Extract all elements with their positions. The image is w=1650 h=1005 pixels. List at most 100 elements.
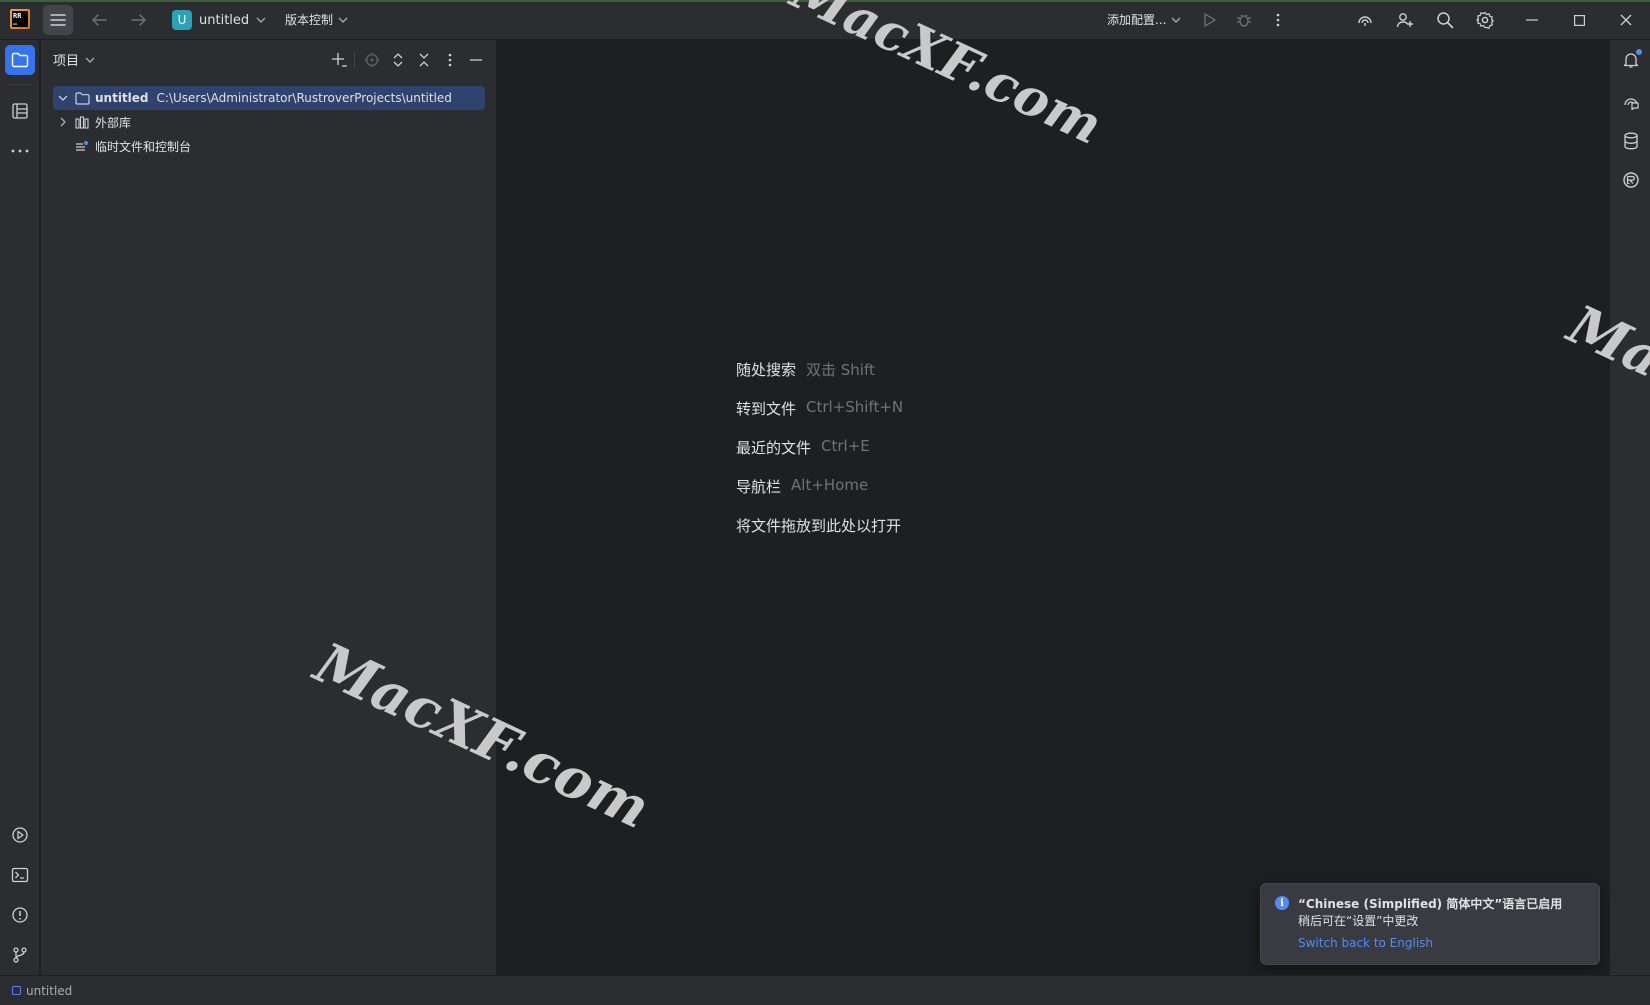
library-icon bbox=[73, 115, 91, 129]
maximize-window-button[interactable] bbox=[1567, 8, 1591, 32]
more-actions-button[interactable] bbox=[1266, 8, 1290, 32]
vertical-dots-icon bbox=[448, 53, 452, 67]
rustrover-logo-icon[interactable]: RR — bbox=[10, 9, 30, 29]
tool-strip-separator bbox=[8, 84, 32, 85]
add-configuration-button[interactable]: 添加配置... bbox=[1107, 11, 1181, 28]
title-bar: RR — U untitled 版本控制 添加配置... bbox=[0, 0, 1650, 40]
chevron-down-icon bbox=[338, 17, 348, 23]
project-panel-title: 项目 bbox=[53, 54, 80, 69]
project-tool-window: 项目 untitled C:\Users\Administrator\Rustr… bbox=[41, 40, 497, 975]
project-name: untitled bbox=[199, 12, 250, 28]
title-accent-line bbox=[0, 0, 1650, 2]
minimize-icon bbox=[470, 59, 482, 61]
expand-all-icon bbox=[393, 53, 403, 67]
folder-icon bbox=[73, 91, 91, 105]
minimize-window-button[interactable] bbox=[1520, 8, 1544, 32]
arrow-left-icon bbox=[92, 14, 107, 26]
language-notification: i “Chinese (Simplified) 简体中文”语言已启用 稍后可在“… bbox=[1260, 883, 1600, 965]
editor-area[interactable]: 随处搜索 双击 Shift 转到文件 Ctrl+Shift+N 最近的文件 Ct… bbox=[498, 40, 1608, 975]
hint-shortcut: Alt+Home bbox=[791, 476, 869, 494]
branch-icon bbox=[13, 947, 27, 963]
tree-node-name: 临时文件和控制台 bbox=[95, 139, 192, 154]
select-opened-file-button[interactable] bbox=[361, 49, 383, 71]
target-icon bbox=[364, 52, 380, 68]
chevron-down-icon[interactable] bbox=[55, 95, 71, 101]
collapse-all-button[interactable] bbox=[413, 49, 435, 71]
hint-label: 导航栏 bbox=[736, 478, 782, 496]
run-tool-button[interactable] bbox=[5, 820, 35, 850]
project-badge: U bbox=[172, 10, 192, 30]
status-project-name[interactable]: untitled bbox=[26, 984, 72, 998]
git-tool-button[interactable] bbox=[5, 940, 35, 970]
settings-button[interactable] bbox=[1472, 8, 1498, 32]
main-menu-button[interactable] bbox=[43, 5, 73, 35]
notification-dot bbox=[1636, 49, 1642, 55]
hint-search-everywhere: 随处搜索 双击 Shift bbox=[736, 359, 875, 380]
hint-shortcut: Ctrl+Shift+N bbox=[806, 398, 904, 416]
chevron-right-icon[interactable] bbox=[55, 117, 71, 127]
tree-node-project-root[interactable]: untitled C:\Users\Administrator\Rustrove… bbox=[53, 86, 485, 110]
problems-tool-button[interactable] bbox=[5, 900, 35, 930]
back-button[interactable] bbox=[87, 8, 111, 32]
add-configuration-label: 添加配置... bbox=[1107, 13, 1167, 27]
hide-panel-button[interactable] bbox=[465, 49, 487, 71]
notifications-button[interactable] bbox=[1616, 45, 1646, 75]
structure-tool-button[interactable] bbox=[5, 96, 35, 126]
search-icon bbox=[1437, 12, 1454, 29]
plus-icon bbox=[332, 53, 347, 67]
new-file-button[interactable] bbox=[328, 49, 350, 71]
folder-icon bbox=[11, 52, 29, 68]
hint-drop-files: 将文件拖放到此处以打开 bbox=[736, 515, 901, 536]
forward-button[interactable] bbox=[127, 8, 151, 32]
ai-assistant-button[interactable] bbox=[1352, 8, 1378, 32]
close-window-button[interactable] bbox=[1614, 8, 1638, 32]
notification-title: “Chinese (Simplified) 简体中文”语言已启用 bbox=[1298, 897, 1563, 911]
tree-node-external-libraries[interactable]: 外部库 bbox=[53, 110, 485, 134]
ide-window: RR — U untitled 版本控制 添加配置... 项目 untitled… bbox=[0, 0, 1650, 1005]
tree-node-path: C:\Users\Administrator\RustroverProjects… bbox=[156, 91, 452, 105]
database-icon bbox=[1624, 132, 1638, 150]
cargo-button[interactable] bbox=[1616, 165, 1646, 195]
bug-icon bbox=[1237, 14, 1251, 27]
terminal-icon bbox=[11, 867, 29, 883]
hint-label: 转到文件 bbox=[736, 400, 797, 418]
more-tools-button[interactable] bbox=[5, 136, 35, 166]
vcs-label: 版本控制 bbox=[285, 13, 334, 27]
tree-node-name: untitled bbox=[95, 91, 149, 105]
hint-shortcut: 双击 Shift bbox=[806, 361, 875, 379]
notification-body: 稍后可在“设置”中更改 bbox=[1298, 914, 1419, 928]
project-view-selector[interactable]: 项目 bbox=[53, 50, 95, 69]
hint-label: 将文件拖放到此处以打开 bbox=[736, 517, 902, 535]
ai-chat-button[interactable] bbox=[1616, 86, 1646, 116]
horizontal-dots-icon bbox=[11, 149, 29, 153]
code-with-me-button[interactable] bbox=[1392, 8, 1418, 32]
database-button[interactable] bbox=[1616, 126, 1646, 156]
project-selector[interactable]: U untitled bbox=[172, 9, 266, 31]
hint-goto-file: 转到文件 Ctrl+Shift+N bbox=[736, 398, 903, 419]
project-tool-button[interactable] bbox=[5, 45, 35, 75]
chevron-down-icon bbox=[85, 57, 95, 63]
arrow-right-icon bbox=[131, 14, 146, 26]
toolbar-separator bbox=[354, 52, 355, 68]
info-icon: i bbox=[1275, 896, 1289, 910]
status-bar: untitled bbox=[0, 975, 1650, 1005]
gear-icon bbox=[1476, 11, 1494, 29]
chevron-down-icon bbox=[1171, 17, 1181, 23]
switch-back-to-english-link[interactable]: Switch back to English bbox=[1298, 936, 1433, 950]
ai-spiral-icon bbox=[1358, 16, 1372, 26]
hint-shortcut: Ctrl+E bbox=[821, 437, 870, 455]
close-icon bbox=[1620, 14, 1632, 26]
expand-all-button[interactable] bbox=[387, 49, 409, 71]
terminal-tool-button[interactable] bbox=[5, 860, 35, 890]
collapse-all-icon bbox=[419, 53, 429, 67]
tree-node-name: 外部库 bbox=[95, 115, 132, 130]
project-options-button[interactable] bbox=[439, 49, 461, 71]
add-user-icon bbox=[1396, 13, 1413, 28]
play-icon bbox=[1204, 13, 1216, 27]
tree-node-scratches-consoles[interactable]: 临时文件和控制台 bbox=[53, 134, 485, 158]
vcs-selector[interactable]: 版本控制 bbox=[285, 11, 348, 28]
debug-button[interactable] bbox=[1232, 8, 1256, 32]
run-button[interactable] bbox=[1198, 8, 1222, 32]
hint-recent-files: 最近的文件 Ctrl+E bbox=[736, 437, 870, 458]
search-everywhere-button[interactable] bbox=[1432, 8, 1458, 32]
